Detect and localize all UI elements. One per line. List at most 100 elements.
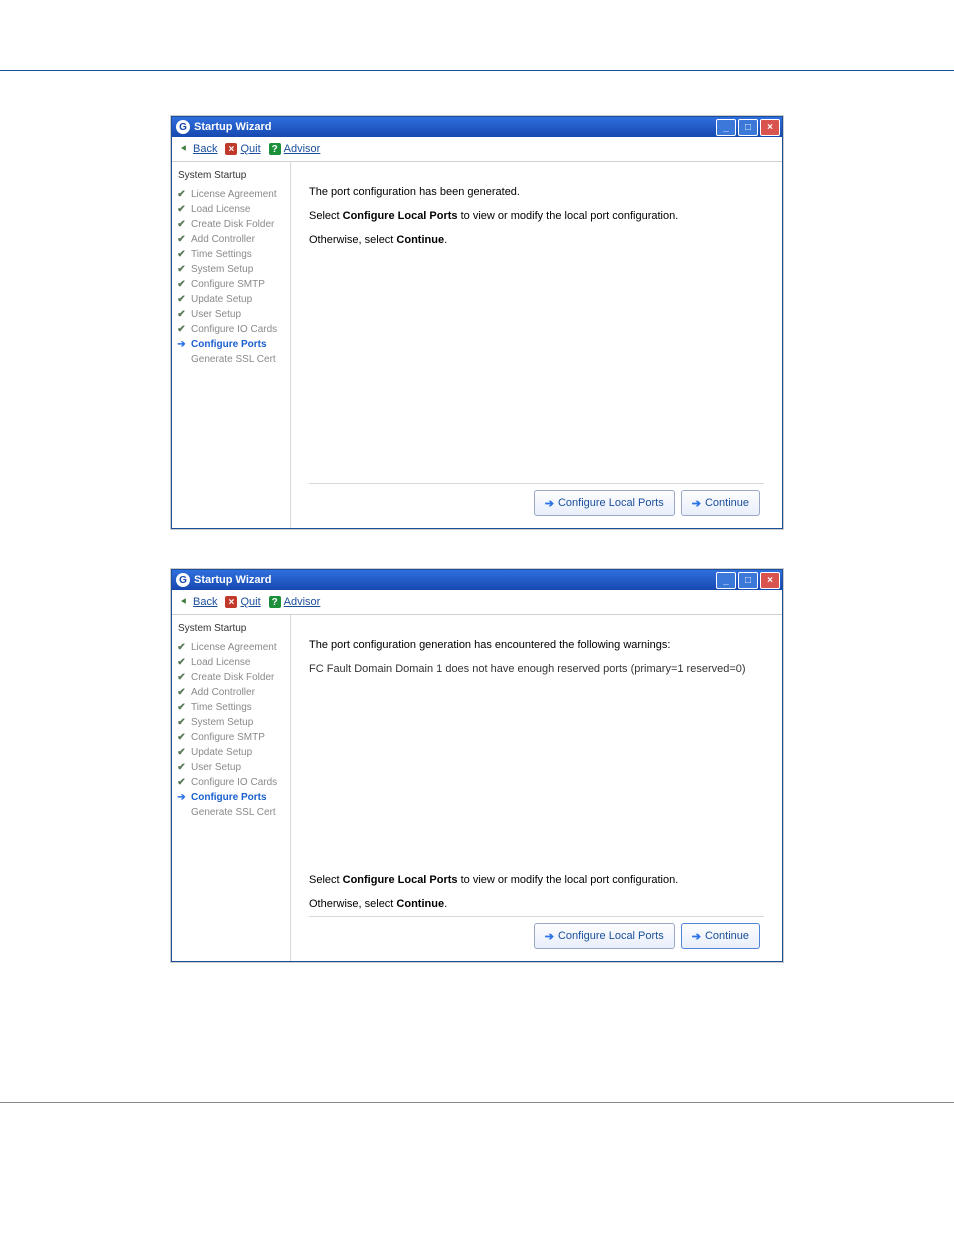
check-icon: ✔ [176, 642, 187, 653]
help-icon: ? [269, 596, 281, 608]
sidebar-step-label: Load License [191, 657, 251, 668]
sidebar-step-label: Create Disk Folder [191, 219, 274, 230]
minimize-button[interactable]: _ [716, 119, 736, 136]
check-icon: ✔ [176, 249, 187, 260]
sidebar-step-label: Configure Ports [191, 792, 267, 803]
sidebar-step[interactable]: ✔Update Setup [176, 745, 286, 760]
warning-item: FC Fault Domain Domain 1 does not have e… [309, 663, 764, 675]
sidebar-step-label: Create Disk Folder [191, 672, 274, 683]
sidebar-step[interactable]: ✔Configure SMTP [176, 730, 286, 745]
sidebar-step[interactable]: ✔Load License [176, 202, 286, 217]
wizard-sidebar: System Startup ✔License Agreement✔Load L… [172, 615, 291, 961]
content-line: Otherwise, select Continue. [309, 898, 764, 910]
sidebar-step[interactable]: •Generate SSL Cert [176, 352, 286, 367]
check-icon: ✔ [176, 309, 187, 320]
sidebar-step-label: Time Settings [191, 702, 252, 713]
advisor-button[interactable]: ? Advisor [269, 143, 321, 155]
check-icon: ✔ [176, 234, 187, 245]
sidebar-step[interactable]: ✔ Configure IO Cards [176, 322, 286, 337]
content-line: The port configuration has been generate… [309, 186, 764, 198]
minimize-button[interactable]: _ [716, 572, 736, 589]
sidebar-step-label: Configure IO Cards [191, 324, 277, 335]
sidebar-step[interactable]: •Generate SSL Cert [176, 805, 286, 820]
check-icon: ✔ [176, 324, 187, 335]
sidebar-step-label: Generate SSL Cert [191, 354, 276, 365]
sidebar-step-label: Configure Ports [191, 339, 267, 350]
sidebar-step[interactable]: ✔ Add Controller [176, 232, 286, 247]
sidebar-step-label: User Setup [191, 762, 241, 773]
sidebar-step[interactable]: ➔Configure Ports [176, 790, 286, 805]
sidebar-step[interactable]: ✔Configure IO Cards [176, 775, 286, 790]
sidebar-step-label: System Setup [191, 717, 253, 728]
check-icon: ✔ [176, 672, 187, 683]
back-button[interactable]: ⯇ Back [178, 596, 217, 608]
app-icon: G [176, 573, 190, 587]
arrow-left-icon: ⯇ [178, 596, 190, 608]
button-bar: ➔ Configure Local Ports ➔ Continue [309, 483, 764, 520]
configure-local-ports-button[interactable]: ➔ Configure Local Ports [534, 490, 675, 516]
arrow-right-icon: ➔ [176, 339, 187, 350]
titlebar[interactable]: G Startup Wizard _ □ × [172, 117, 782, 137]
sidebar-step[interactable]: ✔Add Controller [176, 685, 286, 700]
sidebar-step[interactable]: ✔ Update Setup [176, 292, 286, 307]
button-bar: ➔ Configure Local Ports ➔ Continue [309, 916, 764, 953]
startup-wizard-window-1: G Startup Wizard _ □ × ⯇ Back × Quit ? A… [171, 116, 783, 529]
check-icon: ✔ [176, 717, 187, 728]
content-line: Select Configure Local Ports to view or … [309, 210, 764, 222]
arrow-right-icon: ➔ [545, 497, 554, 510]
sidebar-step-label: Update Setup [191, 294, 252, 305]
content-line: Otherwise, select Continue. [309, 234, 764, 246]
sidebar-step[interactable]: ➔ Configure Ports [176, 337, 286, 352]
sidebar-step[interactable]: ✔ Create Disk Folder [176, 670, 286, 685]
sidebar-step[interactable]: ✔ Load License [176, 655, 286, 670]
arrow-left-icon: ⯇ [178, 143, 190, 155]
close-button[interactable]: × [760, 119, 780, 136]
configure-local-ports-button[interactable]: ➔ Configure Local Ports [534, 923, 675, 949]
continue-button[interactable]: ➔ Continue [681, 490, 760, 516]
sidebar-step-label: System Setup [191, 264, 253, 275]
sidebar-step[interactable]: ✔User Setup [176, 760, 286, 775]
titlebar[interactable]: G Startup Wizard _ □ × [172, 570, 782, 590]
sidebar-header: System Startup [176, 168, 286, 187]
startup-wizard-window-2: G Startup Wizard _ □ × ⯇ Back × Quit ? A… [171, 569, 783, 962]
quit-button[interactable]: × Quit [225, 143, 260, 155]
sidebar-step[interactable]: ✔ System Setup [176, 262, 286, 277]
sidebar-step[interactable]: ✔ Time Settings [176, 700, 286, 715]
warning-intro: The port configuration generation has en… [309, 639, 764, 651]
check-icon: ✔ [176, 189, 187, 200]
sidebar-step-label: Configure SMTP [191, 732, 265, 743]
sidebar-step-label: Update Setup [191, 747, 252, 758]
sidebar-step[interactable]: ✔ User Setup [176, 307, 286, 322]
content-line: Select Configure Local Ports to view or … [309, 874, 764, 886]
advisor-button[interactable]: ? Advisor [269, 596, 321, 608]
window-title: Startup Wizard [194, 574, 272, 586]
wizard-sidebar: System Startup ✔ License Agreement ✔Load L… [172, 162, 291, 528]
sidebar-step-label: Add Controller [191, 234, 255, 245]
maximize-button[interactable]: □ [738, 572, 758, 589]
close-button[interactable]: × [760, 572, 780, 589]
sidebar-step[interactable]: ✔Time Settings [176, 247, 286, 262]
sidebar-step[interactable]: ✔License Agreement [176, 640, 286, 655]
check-icon: ✔ [176, 264, 187, 275]
sidebar-step-label: Configure SMTP [191, 279, 265, 290]
check-icon: ✔ [176, 657, 187, 668]
sidebar-step-label: License Agreement [191, 189, 277, 200]
sidebar-step-label: User Setup [191, 309, 241, 320]
check-icon: ✔ [176, 219, 187, 230]
arrow-right-icon: ➔ [692, 930, 701, 943]
app-icon: G [176, 120, 190, 134]
sidebar-step[interactable]: ✔ License Agreement [176, 187, 286, 202]
back-button[interactable]: ⯇ Back [178, 143, 217, 155]
check-icon: ✔ [176, 294, 187, 305]
sidebar-step[interactable]: ✔ System Setup [176, 715, 286, 730]
wizard-content: The port configuration has been generate… [291, 162, 782, 528]
check-icon: ✔ [176, 204, 187, 215]
continue-button[interactable]: ➔ Continue [681, 923, 760, 949]
window-title: Startup Wizard [194, 121, 272, 133]
sidebar-step[interactable]: ✔Configure SMTP [176, 277, 286, 292]
quit-button[interactable]: × Quit [225, 596, 260, 608]
maximize-button[interactable]: □ [738, 119, 758, 136]
sidebar-step[interactable]: ✔ Create Disk Folder [176, 217, 286, 232]
check-icon: ✔ [176, 702, 187, 713]
quit-icon: × [225, 143, 237, 155]
